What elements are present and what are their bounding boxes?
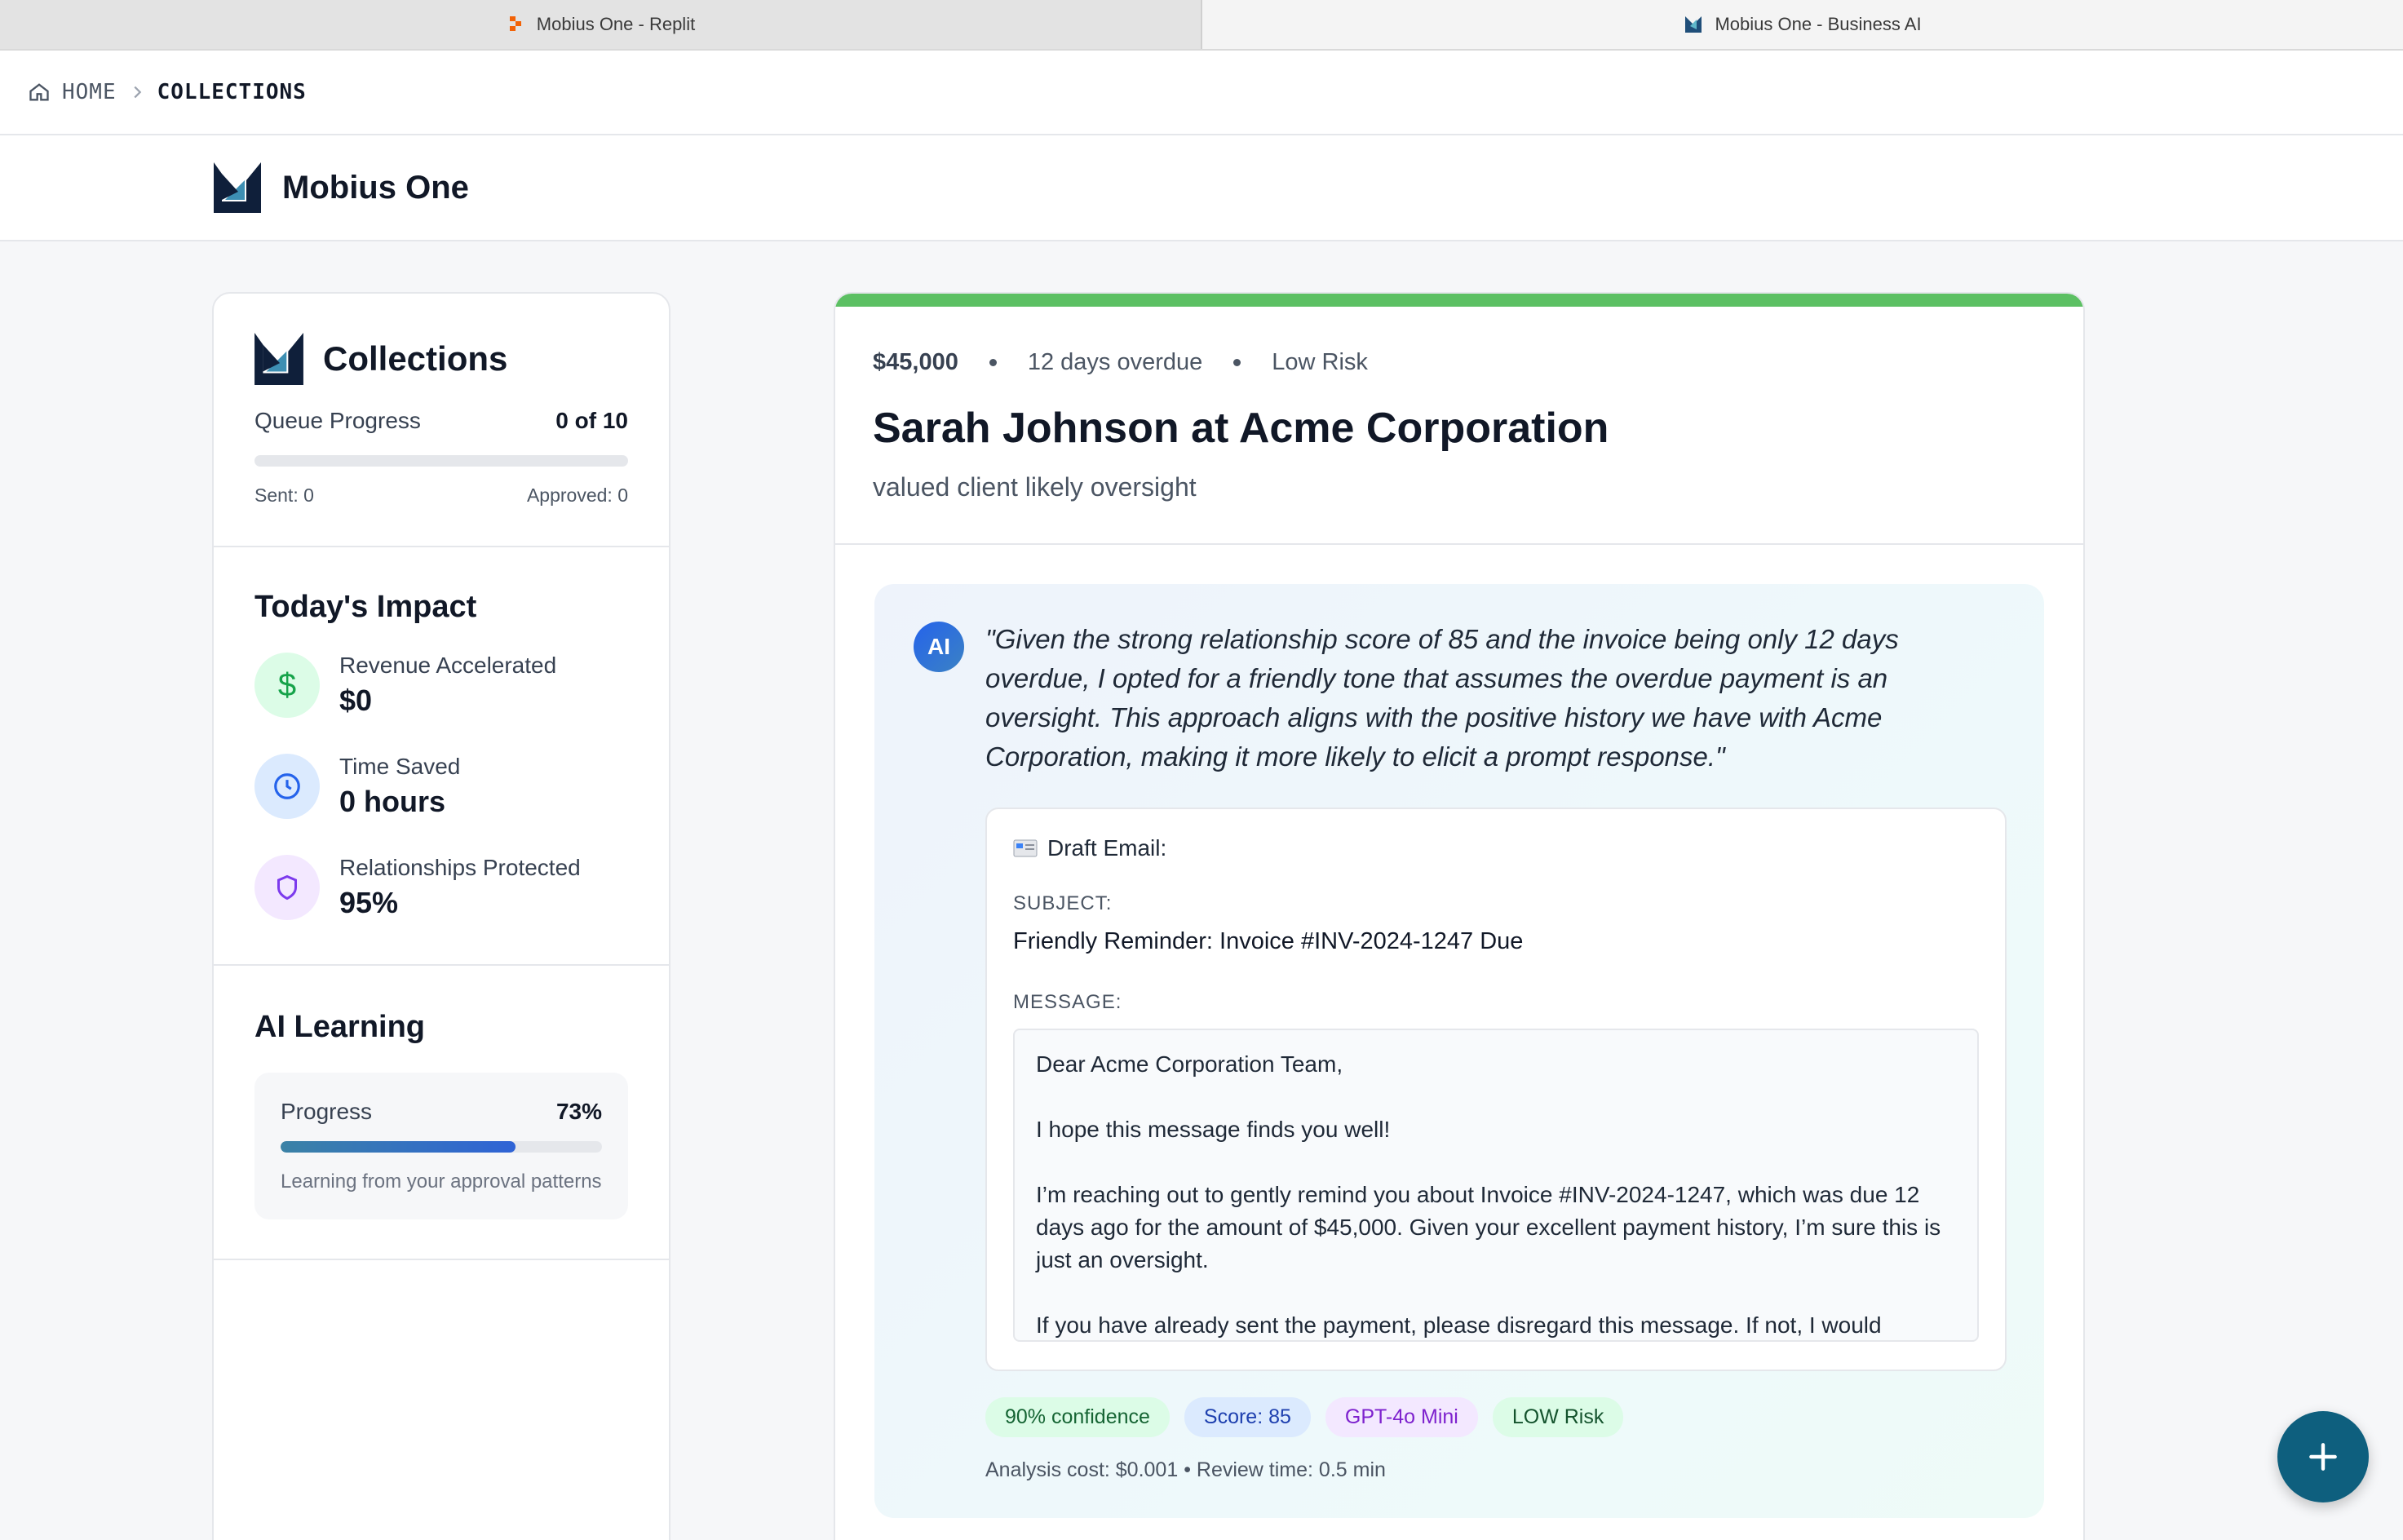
dollar-icon: $ xyxy=(254,653,320,718)
queue-progress-value: 0 of 10 xyxy=(555,408,628,433)
ai-avatar: AI xyxy=(914,622,964,672)
risk-badge: LOW Risk xyxy=(1492,1397,1624,1437)
message-paragraph: I’m reaching out to gently remind you ab… xyxy=(1036,1182,1941,1272)
impact-label: Time Saved xyxy=(339,754,461,779)
subject-text[interactable]: Friendly Reminder: Invoice #INV-2024-124… xyxy=(1013,928,1979,955)
sidebar: Collections Queue Progress 0 of 10 Sent:… xyxy=(212,292,670,1540)
message-paragraph: I hope this message finds you well! xyxy=(1036,1117,1391,1142)
analysis-chips: 90% confidence Score: 85 GPT-4o Mini LOW… xyxy=(985,1397,2007,1437)
learning-note: Learning from your approval patterns xyxy=(281,1170,602,1193)
message-textarea[interactable]: Dear Acme Corporation Team, I hope this … xyxy=(1013,1029,1979,1342)
card-header: $45,000 12 days overdue Low Risk Sarah J… xyxy=(835,307,2083,545)
tab-title: Mobius One - Business AI xyxy=(1715,14,1922,34)
clock-icon xyxy=(254,754,320,819)
draft-email: Draft Email: SUBJECT: Friendly Reminder:… xyxy=(985,808,2007,1371)
learning-progress-value: 73% xyxy=(555,1099,602,1124)
confidence-badge: 90% confidence xyxy=(985,1397,1170,1437)
impact-relationships: Relationships Protected 95% xyxy=(254,855,628,920)
score-badge: Score: 85 xyxy=(1184,1397,1311,1437)
message-paragraph: Dear Acme Corporation Team, xyxy=(1036,1051,1343,1077)
model-badge: GPT-4o Mini xyxy=(1325,1397,1478,1437)
ai-learning-title: AI Learning xyxy=(254,1010,426,1044)
impact-section: Today's Impact $ Revenue Accelerated $0 … xyxy=(214,547,669,966)
impact-label: Relationships Protected xyxy=(339,855,581,880)
status-bar xyxy=(835,294,2083,307)
impact-value: 0 hours xyxy=(339,785,446,818)
impact-title: Today's Impact xyxy=(254,590,477,624)
add-button[interactable] xyxy=(2277,1411,2369,1502)
ai-learning-section: AI Learning Progress 73% Learning from y… xyxy=(214,966,669,1260)
amount: $45,000 xyxy=(873,349,958,375)
browser-tab-business-ai[interactable]: Mobius One - Business AI xyxy=(1202,0,2403,49)
app-header: Mobius One xyxy=(0,135,2403,241)
collections-title: Collections xyxy=(323,339,508,378)
analysis-cost: Analysis cost: $0.001 • Review time: 0.5… xyxy=(985,1458,1386,1481)
breadcrumb: HOME COLLECTIONS xyxy=(0,51,2403,135)
learning-progress-box: Progress 73% Learning from your approval… xyxy=(254,1073,628,1219)
impact-time: Time Saved 0 hours xyxy=(254,754,628,819)
impact-revenue: $ Revenue Accelerated $0 xyxy=(254,653,628,718)
impact-value: $0 xyxy=(339,684,373,717)
contact-name: Sarah Johnson at Acme Corporation xyxy=(873,405,1609,452)
mobius-logo-icon xyxy=(254,333,303,385)
app-title: Mobius One xyxy=(282,169,469,206)
learning-progress-fill xyxy=(281,1141,516,1153)
contact-tagline: valued client likely oversight xyxy=(873,472,1197,502)
envelope-icon xyxy=(1013,839,1038,857)
plus-icon xyxy=(2309,1443,2337,1471)
impact-label: Revenue Accelerated xyxy=(339,653,557,678)
breadcrumb-current: COLLECTIONS xyxy=(157,80,307,104)
collections-section: Collections Queue Progress 0 of 10 Sent:… xyxy=(214,294,669,547)
replit-icon xyxy=(509,16,521,31)
browser-tab-strip: Mobius One - Replit Mobius One - Busines… xyxy=(0,0,2403,51)
mobius-logo-icon[interactable] xyxy=(214,162,261,213)
risk-text: Low Risk xyxy=(1272,349,1368,375)
message-paragraph: If you have already sent the payment, pl… xyxy=(1036,1312,1882,1338)
approved-count: Approved: 0 xyxy=(526,485,628,506)
home-icon[interactable] xyxy=(28,81,51,104)
chevron-right-icon xyxy=(134,86,141,99)
collection-item-card: $45,000 12 days overdue Low Risk Sarah J… xyxy=(834,292,2085,1540)
learning-progress-label: Progress xyxy=(281,1099,373,1124)
separator-dot xyxy=(989,359,997,366)
subject-label: SUBJECT: xyxy=(1013,892,1113,914)
separator-dot xyxy=(1233,359,1241,366)
overdue-text: 12 days overdue xyxy=(1027,349,1203,375)
browser-tab-replit[interactable]: Mobius One - Replit xyxy=(0,0,1202,49)
ai-recommendation-panel: AI "Given the strong relationship score … xyxy=(874,584,2044,1518)
shield-icon xyxy=(254,855,320,920)
sent-count: Sent: 0 xyxy=(254,485,314,506)
message-label: MESSAGE: xyxy=(1013,991,1122,1013)
breadcrumb-home[interactable]: HOME xyxy=(62,80,117,104)
learning-progress-bar xyxy=(281,1141,602,1153)
tab-title: Mobius One - Replit xyxy=(536,14,696,34)
ai-rationale: "Given the strong relationship score of … xyxy=(985,624,1899,772)
queue-progress-bar xyxy=(254,455,628,467)
queue-progress-label: Queue Progress xyxy=(254,408,421,433)
draft-heading: Draft Email: xyxy=(1047,835,1167,861)
mobius-logo-icon xyxy=(1685,16,1702,33)
impact-value: 95% xyxy=(339,886,399,919)
